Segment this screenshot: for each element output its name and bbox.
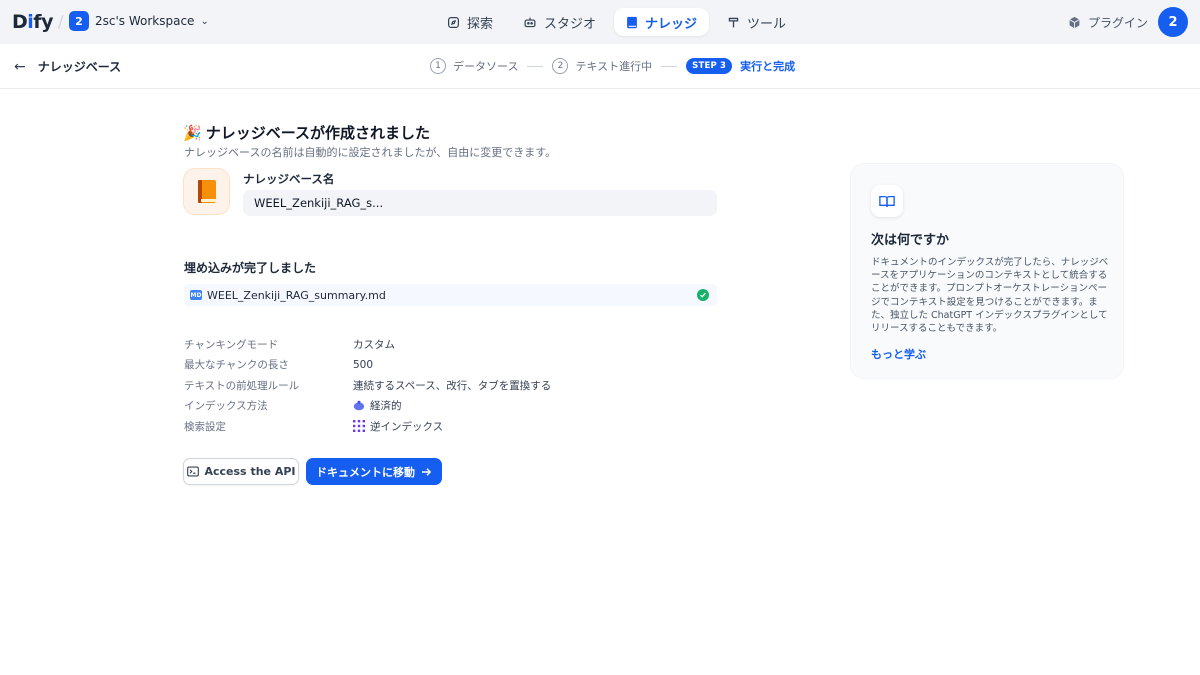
prop-key: テキストの前処理ルール (184, 379, 300, 392)
arrow-right-icon (421, 467, 432, 476)
page-title: 🎉 ナレッジベースが作成されました (183, 122, 430, 143)
step-2-number: 2 (552, 58, 569, 74)
separator: / (58, 12, 64, 31)
prop-value-text: カスタム (353, 338, 395, 351)
page-subtitle: ナレッジベースの名前は自動的に設定されましたが、自由に変更できます。 (184, 146, 557, 159)
prop-value: 500 (353, 359, 373, 371)
step-1-label: データソース (453, 60, 519, 73)
open-book-icon (871, 185, 903, 217)
prop-value-text: 経済的 (370, 400, 402, 413)
embedding-title: 埋め込みが完了しました (184, 261, 317, 275)
tab-studio[interactable]: スタジオ (511, 8, 608, 36)
prop-row: チャンキングモード カスタム (184, 334, 551, 355)
back-button[interactable]: ← ナレッジベース (14, 58, 121, 75)
robot-icon (524, 17, 536, 27)
step-divider (527, 65, 544, 67)
go-to-document-label: ドキュメントに移動 (316, 465, 415, 479)
tab-knowledge[interactable]: ナレッジ (614, 8, 710, 36)
markdown-file-icon: MD (190, 290, 202, 300)
prop-value: 連続するスペース、改行、タブを置換する (353, 378, 551, 393)
prop-key: チャンキングモード (184, 338, 279, 351)
step-3-pill: STEP 3 (686, 58, 733, 74)
whats-next-card: 次は何ですか ドキュメントのインデックスが完了したら、ナレッジベースをアプリケー… (850, 163, 1124, 379)
tab-label: ナレッジ (645, 16, 698, 32)
dot-grid-icon (353, 420, 365, 433)
prop-key: 検索設定 (184, 420, 226, 433)
book-icon (627, 16, 637, 28)
prop-value-text: 逆インデックス (370, 420, 444, 433)
prop-value: カスタム (353, 337, 395, 352)
main-nav: 探索 スタジオ ナレッジ ツール (435, 8, 798, 36)
prop-key: 最大なチャンクの長さ (184, 359, 289, 372)
knowledge-base-icon[interactable] (183, 168, 230, 215)
hammer-icon (728, 17, 739, 27)
access-api-label: Access the API (204, 465, 296, 478)
file-name: WEEL_Zenkiji_RAG_summary.md (207, 288, 386, 302)
compass-icon (448, 16, 459, 28)
cube-icon (1069, 16, 1080, 29)
prop-row: テキストの前処理ルール 連続するスペース、改行、タブを置換する (184, 375, 551, 396)
workspace-badge: 2 (69, 11, 89, 31)
kb-name-label: ナレッジベース名 (243, 172, 335, 186)
access-api-button[interactable]: Access the API (183, 458, 299, 485)
prop-value: 逆インデックス (353, 419, 443, 434)
prop-value: 経済的 (353, 398, 402, 413)
plugin-button[interactable]: プラグイン (1068, 14, 1148, 31)
tab-explore[interactable]: 探索 (435, 8, 505, 36)
step-1-number: 1 (430, 58, 446, 74)
chevron-down-icon: ⌄ (200, 15, 209, 27)
workspace-selector[interactable]: 2 2sc's Workspace ⌄ (69, 11, 209, 31)
top-navbar: Dify / 2 2sc's Workspace ⌄ 探索 スタジオ ナレッジ … (0, 0, 1200, 44)
file-row: MD WEEL_Zenkiji_RAG_summary.md (184, 284, 717, 306)
piggy-bank-icon (353, 400, 365, 411)
terminal-icon (186, 466, 199, 477)
learn-more-link[interactable]: もっと学ぶ (871, 346, 926, 362)
tab-label: スタジオ (544, 16, 597, 32)
prop-row: 検索設定 逆インデックス (184, 416, 551, 437)
go-to-document-button[interactable]: ドキュメントに移動 (306, 458, 442, 485)
party-popper-icon: 🎉 (183, 123, 202, 142)
prop-key: インデックス方法 (184, 400, 268, 413)
step-3-label: 実行と完成 (740, 60, 796, 73)
tab-label: ツール (747, 16, 787, 32)
orange-book-icon (197, 179, 216, 203)
prop-row: 最大なチャンクの長さ 500 (184, 355, 551, 376)
step-indicator: 1 データソース 2 テキスト進行中 STEP 3 実行と完成 (430, 58, 795, 74)
plugin-label: プラグイン (1088, 16, 1149, 30)
step-bar: ← ナレッジベース 1 データソース 2 テキスト進行中 STEP 3 実行と完… (0, 45, 1200, 89)
settings-summary: チャンキングモード カスタム 最大なチャンクの長さ 500 テキストの前処理ルー… (184, 334, 551, 437)
step-2-label: テキスト進行中 (575, 60, 653, 73)
tab-label: 探索 (467, 16, 494, 32)
prop-row: インデックス方法 経済的 (184, 396, 551, 417)
page-title-text: ナレッジベースが作成されました (205, 124, 430, 142)
prop-value-text: 連続するスペース、改行、タブを置換する (353, 379, 552, 392)
back-title: ナレッジベース (37, 60, 122, 74)
prop-value-text: 500 (353, 358, 374, 371)
dify-logo[interactable]: Dify (12, 11, 53, 33)
workspace-name: 2sc's Workspace (95, 14, 195, 28)
tab-tools[interactable]: ツール (715, 8, 798, 36)
check-circle-icon (697, 289, 709, 301)
arrow-left-icon: ← (14, 58, 26, 75)
whats-next-title: 次は何ですか (871, 233, 950, 248)
user-avatar[interactable]: 2 (1158, 7, 1188, 37)
kb-name-input[interactable] (243, 190, 717, 216)
whats-next-body: ドキュメントのインデックスが完了したら、ナレッジベースをアプリケーションのコンテ… (871, 257, 1109, 335)
step-divider (661, 65, 678, 67)
